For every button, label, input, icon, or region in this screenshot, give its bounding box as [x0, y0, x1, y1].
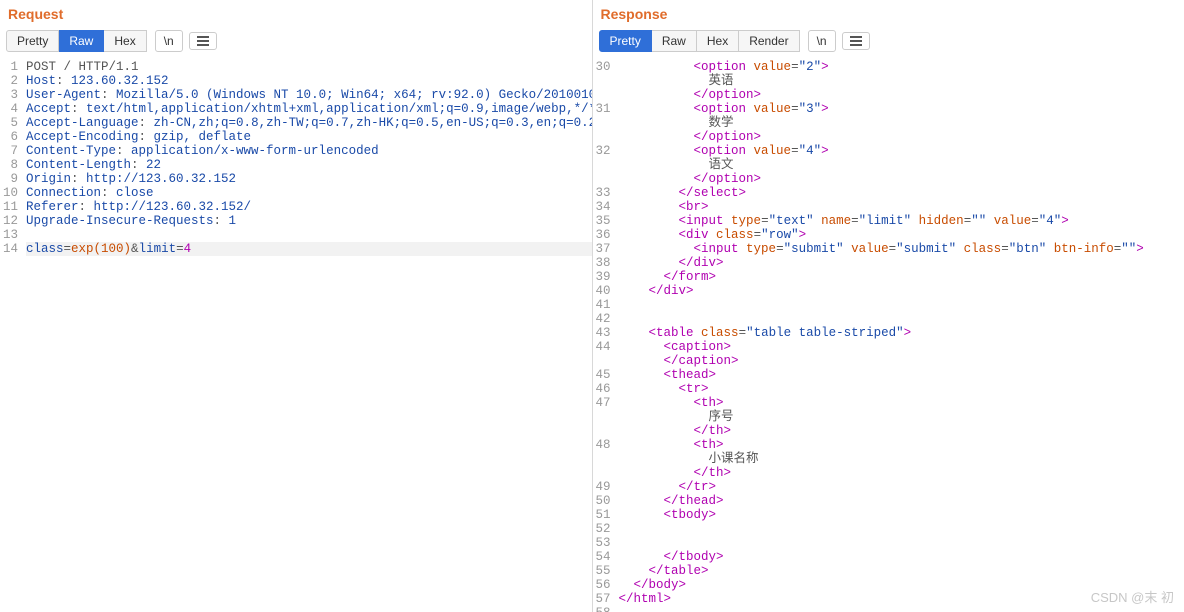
- line-gutter: 3031323334353637383940414243444546474849…: [593, 58, 615, 612]
- response-viewer[interactable]: 3031323334353637383940414243444546474849…: [593, 58, 1184, 612]
- tab-hex[interactable]: Hex: [697, 30, 739, 52]
- tab-pretty[interactable]: Pretty: [599, 30, 652, 52]
- tab-raw[interactable]: Raw: [59, 30, 104, 52]
- request-panel: Request Pretty Raw Hex \n 12345678910111…: [0, 0, 593, 612]
- request-editor[interactable]: 1234567891011121314 POST / HTTP/1.1Host:…: [0, 58, 592, 612]
- response-panel: Response Pretty Raw Hex Render \n 303132…: [593, 0, 1184, 612]
- wrap-icon[interactable]: [189, 32, 217, 50]
- response-tabs: Pretty Raw Hex Render \n: [593, 28, 1184, 58]
- tab-render[interactable]: Render: [739, 30, 799, 52]
- watermark: CSDN @末 初: [1091, 587, 1174, 606]
- tab-raw[interactable]: Raw: [652, 30, 697, 52]
- newline-toggle[interactable]: \n: [808, 30, 836, 52]
- line-gutter: 1234567891011121314: [0, 58, 22, 612]
- code-body: <option value="2"> 英语 </option> <option …: [615, 58, 1184, 612]
- response-title: Response: [593, 0, 1184, 28]
- tab-hex[interactable]: Hex: [104, 30, 146, 52]
- request-tabs: Pretty Raw Hex \n: [0, 28, 592, 58]
- newline-toggle[interactable]: \n: [155, 30, 183, 52]
- code-body[interactable]: POST / HTTP/1.1Host: 123.60.32.152User-A…: [22, 58, 592, 612]
- tab-pretty[interactable]: Pretty: [6, 30, 59, 52]
- wrap-icon[interactable]: [842, 32, 870, 50]
- request-title: Request: [0, 0, 592, 28]
